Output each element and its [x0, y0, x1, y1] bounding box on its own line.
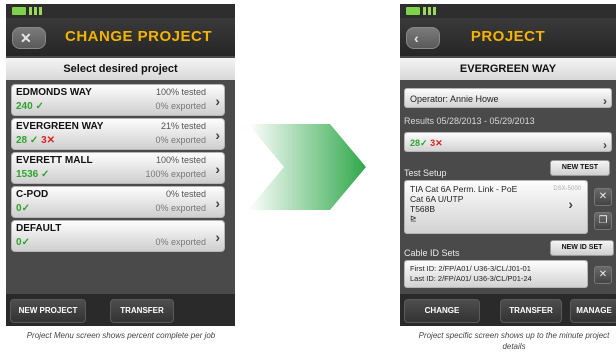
fail-x-icon: ✕: [46, 135, 56, 146]
title-bar: ‹ PROJECT: [400, 18, 616, 56]
first-id: First ID: 2/FP/A01/ U36-3/CL/J01-01: [410, 264, 531, 273]
transfer-button[interactable]: TRANSFER: [500, 299, 562, 323]
check-icon: ✓: [41, 169, 50, 180]
copy-test-button[interactable]: ❐: [594, 212, 612, 230]
status-bar: [400, 4, 616, 18]
copy-icon: ❐: [598, 215, 608, 226]
chevron-right-icon: ›: [215, 229, 220, 245]
project-item-c-pod[interactable]: C-POD 0✓ 0% tested 0% exported ›: [11, 186, 225, 218]
project-detail-screen: ‹ PROJECT EVERGREEN WAY Operator: Annie …: [400, 4, 616, 337]
delete-id-set-button[interactable]: ✕: [594, 266, 612, 284]
status-bar: [6, 4, 235, 18]
percent-exported: 100% exported: [145, 169, 206, 179]
project-name: EVERGREEN WAY: [16, 121, 104, 132]
battery-icon: [406, 7, 420, 15]
check-icon: ✓: [21, 237, 30, 248]
pass-count: 28: [16, 135, 28, 146]
back-button[interactable]: ✕: [12, 27, 46, 49]
cable-type: Cat 6A U/UTP: [410, 194, 464, 204]
signal-icon: [423, 7, 441, 15]
percent-exported: 0% exported: [155, 237, 206, 247]
project-item-evergreen-way[interactable]: EVERGREEN WAY 28 ✓ 3✕ 21% tested 0% expo…: [11, 118, 225, 150]
check-icon: ✓: [35, 101, 44, 112]
cable-id-label: Cable ID Sets: [404, 248, 460, 258]
change-project-button[interactable]: CHANGE PROJECT: [404, 299, 480, 337]
operator-name: Operator: Annie Howe: [410, 94, 499, 104]
project-results: 240 ✓: [16, 101, 44, 112]
fail-x-icon: ✕: [435, 138, 443, 148]
page-title: CHANGE PROJECT: [64, 28, 213, 45]
signal-icon: [29, 7, 47, 15]
close-icon: ✕: [598, 269, 608, 280]
last-id: Last ID: 2/FP/A01/ U36-3/CL/P01-24: [410, 274, 532, 283]
results-row[interactable]: 28✓ 3✕ ›: [404, 132, 612, 152]
check-icon: ✓: [21, 203, 30, 214]
close-icon: ✕: [598, 191, 608, 202]
transfer-button[interactable]: TRANSFER: [110, 299, 174, 323]
page-title: PROJECT: [470, 28, 546, 45]
chevron-right-icon: ›: [215, 195, 220, 211]
test-setup-card[interactable]: TIA Cat 6A Perm. Link - PoE Cat 6A U/UTP…: [404, 180, 588, 234]
chevron-right-icon: ›: [215, 127, 220, 143]
project-item-default[interactable]: DEFAULT 0✓ 0% exported ›: [11, 220, 225, 252]
manage-button[interactable]: MANAGE: [570, 299, 616, 323]
chevron-right-icon: ›: [215, 93, 220, 109]
percent-exported: 0% exported: [155, 135, 206, 145]
arrow-right-icon: [248, 124, 366, 210]
new-id-set-button[interactable]: NEW ID SET: [550, 240, 614, 256]
percent-exported: 0% exported: [155, 203, 206, 213]
device-model: DSX-5000: [553, 186, 581, 192]
chevron-right-icon: ›: [603, 94, 607, 108]
results-range: Results 05/28/2013 - 05/29/2013: [404, 116, 535, 126]
caption-left: Project Menu screen shows percent comple…: [26, 331, 216, 340]
pass-count: 28: [410, 138, 421, 148]
connector-icon: ⊵: [410, 214, 417, 223]
chevron-right-icon: ›: [603, 138, 607, 152]
project-name: DEFAULT: [16, 223, 62, 234]
percent-tested: 100% tested: [155, 155, 206, 165]
bottom-toolbar: NEW PROJECT TRANSFER: [6, 294, 235, 326]
project-menu-screen: ✕ CHANGE PROJECT Select desired project …: [6, 4, 235, 326]
bottom-toolbar: CHANGE PROJECT TRANSFER MANAGE: [400, 294, 616, 337]
pass-count: 240: [16, 101, 33, 112]
project-results: 0✓: [16, 203, 30, 214]
project-results: 1536 ✓: [16, 169, 49, 180]
new-project-button[interactable]: NEW PROJECT: [10, 299, 86, 323]
percent-exported: 0% exported: [155, 101, 206, 111]
chevron-right-icon: ›: [568, 196, 573, 212]
page-subtitle: Select desired project: [6, 58, 235, 80]
test-setup-label: Test Setup: [404, 168, 447, 178]
project-results: 0✓: [16, 237, 30, 248]
check-icon: ✓: [29, 135, 39, 146]
project-results: 28 ✓ 3✕: [16, 135, 55, 146]
chevron-right-icon: ›: [215, 161, 220, 177]
pass-count: 1536: [16, 169, 39, 180]
close-icon: ✕: [20, 30, 32, 46]
operator-row[interactable]: Operator: Annie Howe ›: [404, 88, 612, 108]
percent-tested: 21% tested: [160, 121, 206, 131]
project-name: EVERETT MALL: [16, 155, 93, 166]
percent-tested: 100% tested: [155, 87, 206, 97]
project-name: C-POD: [16, 189, 49, 200]
title-bar: ✕ CHANGE PROJECT: [6, 18, 235, 56]
project-item-everett-mall[interactable]: EVERETT MALL 1536 ✓ 100% tested 100% exp…: [11, 152, 225, 184]
wiring-standard: T568B: [410, 204, 436, 214]
caption-right: Project specific screen shows up to the …: [418, 331, 610, 351]
delete-test-button[interactable]: ✕: [594, 188, 612, 206]
new-test-button[interactable]: NEW TEST: [550, 160, 610, 176]
project-item-edmonds-way[interactable]: EDMONDS WAY 240 ✓ 100% tested 0% exporte…: [11, 84, 225, 116]
check-icon: ✓: [420, 138, 428, 148]
battery-icon: [12, 7, 26, 15]
project-name: EDMONDS WAY: [16, 87, 92, 98]
percent-tested: 0% tested: [165, 189, 206, 199]
cable-id-card[interactable]: First ID: 2/FP/A01/ U36-3/CL/J01-01 Last…: [404, 260, 588, 288]
page-subtitle: EVERGREEN WAY: [400, 58, 616, 80]
